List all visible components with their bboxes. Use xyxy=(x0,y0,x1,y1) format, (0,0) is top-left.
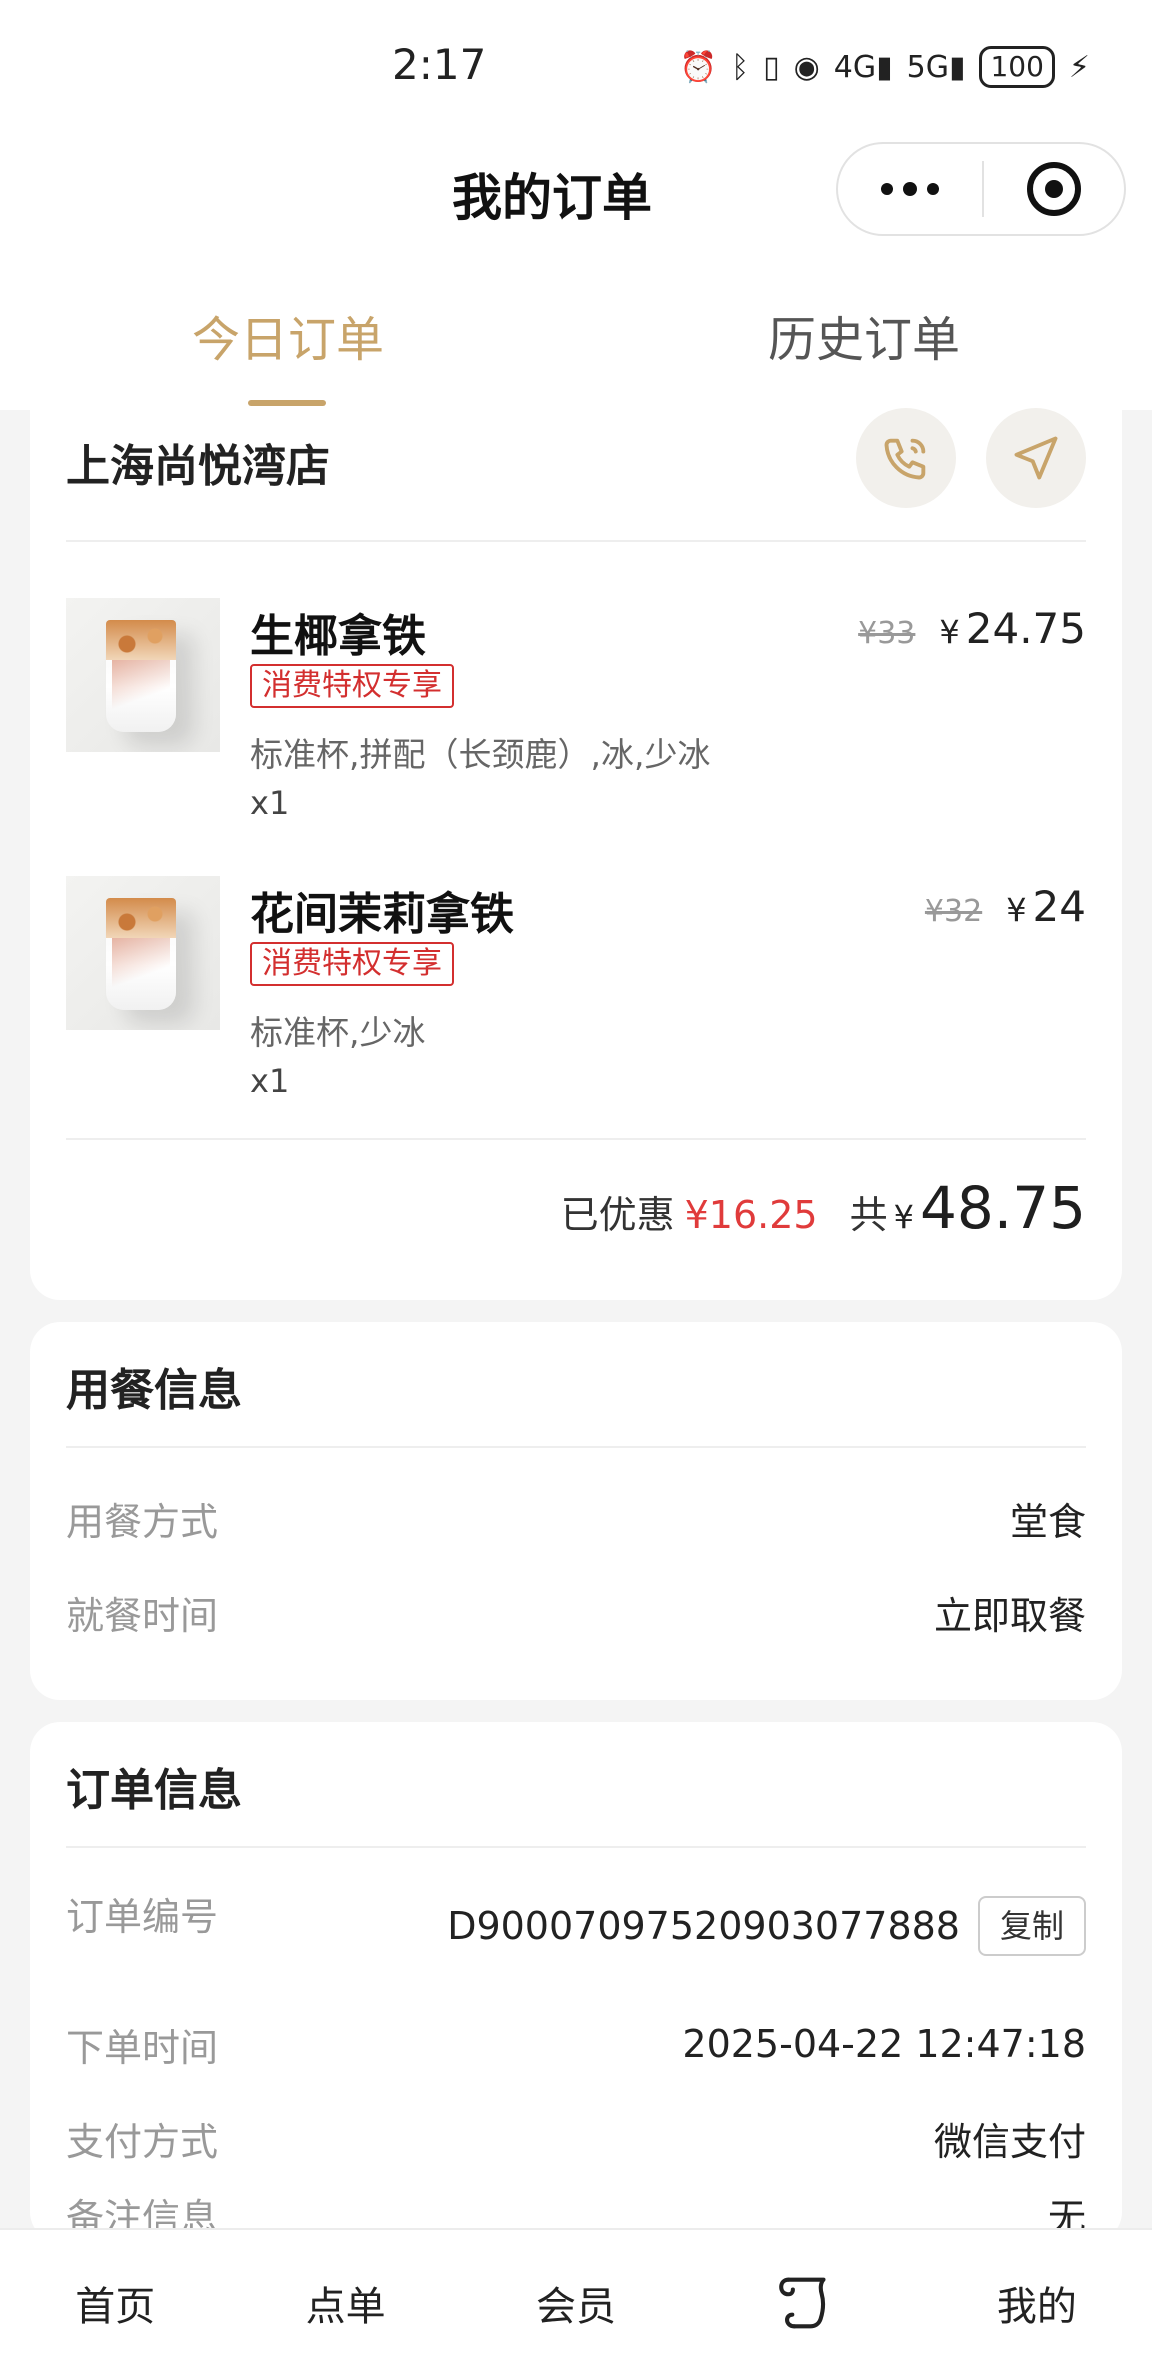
divider xyxy=(66,540,1086,542)
mini-program-capsule xyxy=(836,142,1126,236)
navigation-arrow-icon xyxy=(1014,436,1058,480)
more-dot-icon xyxy=(881,183,893,195)
divider xyxy=(66,1846,1086,1848)
divider xyxy=(66,1138,1086,1140)
tabbar-label: 会员 xyxy=(536,2284,617,2330)
tabbar-orders[interactable] xyxy=(691,2230,921,2376)
tabbar-home[interactable]: 首页 xyxy=(0,2230,230,2376)
more-options-button[interactable] xyxy=(838,144,982,234)
order-total-row: 已优惠 ¥16.25 共 ¥ 48.75 xyxy=(561,1174,1086,1242)
product-image xyxy=(66,598,220,752)
currency-symbol: ¥ xyxy=(893,1198,914,1236)
tabbar-label: 点单 xyxy=(305,2284,386,2330)
currency-symbol: ¥ xyxy=(939,613,960,651)
call-store-button[interactable] xyxy=(856,408,956,508)
price-area: ¥33 ¥24.75 xyxy=(858,604,1086,653)
promo-tag: 消费特权专享 xyxy=(250,664,454,708)
info-row-dining-method: 用餐方式 堂食 xyxy=(66,1488,1086,1548)
info-label: 用餐方式 xyxy=(66,1499,219,1544)
divider xyxy=(66,1446,1086,1448)
discount-label: 已优惠 xyxy=(560,1193,675,1237)
product-spec: 标准杯,拼配（长颈鹿）,冰,少冰 xyxy=(250,735,711,774)
info-label: 订单编号 xyxy=(66,1895,219,1939)
dining-info-card: 用餐信息 用餐方式 堂食 就餐时间 立即取餐 xyxy=(30,1322,1122,1700)
original-price: ¥32 xyxy=(924,894,983,929)
copy-button[interactable]: 复制 xyxy=(977,1896,1086,1956)
charging-icon: ⚡ xyxy=(1068,49,1090,85)
info-label: 下单时间 xyxy=(66,2025,219,2070)
tab-today-label: 今日订单 xyxy=(191,312,384,368)
current-price-value: 24.75 xyxy=(965,604,1086,653)
currency-symbol: ¥ xyxy=(1006,891,1027,929)
current-price-value: 24 xyxy=(1032,882,1086,931)
target-icon xyxy=(1027,162,1081,216)
order-items-card: 上海尚悦湾店 生椰拿铁 消费特权专享 标准杯,拼配（长颈鹿）,冰,少冰 x1 ¥… xyxy=(30,408,1122,1300)
section-title: 用餐信息 xyxy=(66,1365,242,1416)
price-area: ¥32 ¥24 xyxy=(925,882,1086,931)
vibrate-icon: ▯ xyxy=(763,49,780,85)
tabbar-order[interactable]: 点单 xyxy=(230,2230,460,2376)
promo-tag: 消费特权专享 xyxy=(250,942,454,986)
active-tab-indicator xyxy=(248,400,326,406)
info-label: 支付方式 xyxy=(66,2119,219,2164)
info-value: 微信支付 xyxy=(933,2119,1086,2164)
tab-today-orders[interactable]: 今日订单 xyxy=(0,250,576,410)
status-time: 2:17 xyxy=(392,40,487,89)
info-value: 2025-04-22 12:47:18 xyxy=(682,2022,1086,2066)
product-quantity: x1 xyxy=(250,1062,290,1100)
product-name: 花间茉莉拿铁 xyxy=(250,889,514,940)
phone-icon xyxy=(884,438,926,480)
store-name: 上海尚悦湾店 xyxy=(66,441,330,492)
nav-header: 我的订单 xyxy=(0,130,1152,250)
product-spec: 标准杯,少冰 xyxy=(250,1013,426,1052)
info-row-order-time: 下单时间 2025-04-22 12:47:18 xyxy=(66,2014,1086,2074)
bottom-tab-bar: 首页 点单 会员 我的 xyxy=(0,2228,1152,2376)
info-row-payment: 支付方式 微信支付 xyxy=(66,2108,1086,2168)
current-price: ¥24 xyxy=(1006,882,1086,931)
tabbar-member[interactable]: 会员 xyxy=(461,2230,691,2376)
tabbar-label: 首页 xyxy=(75,2284,156,2330)
info-row-dining-time: 就餐时间 立即取餐 xyxy=(66,1582,1086,1642)
order-info-card: 订单信息 订单编号 D90007097520903077888 复制 下单时间 … xyxy=(30,1722,1122,2242)
product-image xyxy=(66,876,220,1030)
info-value: 堂食 xyxy=(1009,1499,1086,1544)
total-value: 48.75 xyxy=(919,1174,1086,1242)
signal-4g-icon: 4G▮ xyxy=(833,49,893,85)
hotspot-icon: ◉ xyxy=(793,49,820,85)
signal-5g-icon: 5G▮ xyxy=(906,49,966,85)
order-number-group: D90007097520903077888 复制 xyxy=(447,1896,1086,1956)
status-bar: 2:17 ⏰ ᛒ ▯ ◉ 4G▮ 5G▮ 100 ⚡ xyxy=(0,0,1152,130)
total-label: 共 xyxy=(849,1193,888,1237)
bluetooth-icon: ᛒ xyxy=(731,49,750,85)
alarm-icon: ⏰ xyxy=(679,49,718,85)
info-row-order-number: 订单编号 D90007097520903077888 复制 xyxy=(66,1886,1086,1966)
scroll-icon xyxy=(779,2277,826,2329)
product-quantity: x1 xyxy=(250,784,290,822)
status-icons: ⏰ ᛒ ▯ ◉ 4G▮ 5G▮ 100 ⚡ xyxy=(680,46,1090,88)
tab-history-label: 历史订单 xyxy=(767,312,960,368)
more-dot-icon xyxy=(903,182,917,196)
tabbar-label: 我的 xyxy=(996,2284,1077,2330)
info-value: 立即取餐 xyxy=(933,1593,1086,1638)
original-price: ¥33 xyxy=(858,616,916,651)
order-tabs: 今日订单 历史订单 xyxy=(0,250,1152,410)
order-number: D90007097520903077888 xyxy=(447,1904,960,1948)
navigate-store-button[interactable] xyxy=(986,408,1086,508)
section-title: 订单信息 xyxy=(66,1765,242,1816)
current-price: ¥24.75 xyxy=(939,604,1086,653)
more-dot-icon xyxy=(927,183,939,195)
order-item[interactable]: 生椰拿铁 消费特权专享 标准杯,拼配（长颈鹿）,冰,少冰 x1 ¥33 ¥24.… xyxy=(66,598,1086,838)
close-mini-program-button[interactable] xyxy=(984,162,1124,216)
tabbar-mine[interactable]: 我的 xyxy=(922,2230,1152,2376)
product-name: 生椰拿铁 xyxy=(250,611,426,662)
tab-history-orders[interactable]: 历史订单 xyxy=(576,250,1152,410)
battery-indicator: 100 xyxy=(979,46,1055,88)
info-label: 就餐时间 xyxy=(66,1593,219,1638)
discount-value: ¥16.25 xyxy=(684,1193,818,1237)
order-item[interactable]: 花间茉莉拿铁 消费特权专享 标准杯,少冰 x1 ¥32 ¥24 xyxy=(66,876,1086,1116)
